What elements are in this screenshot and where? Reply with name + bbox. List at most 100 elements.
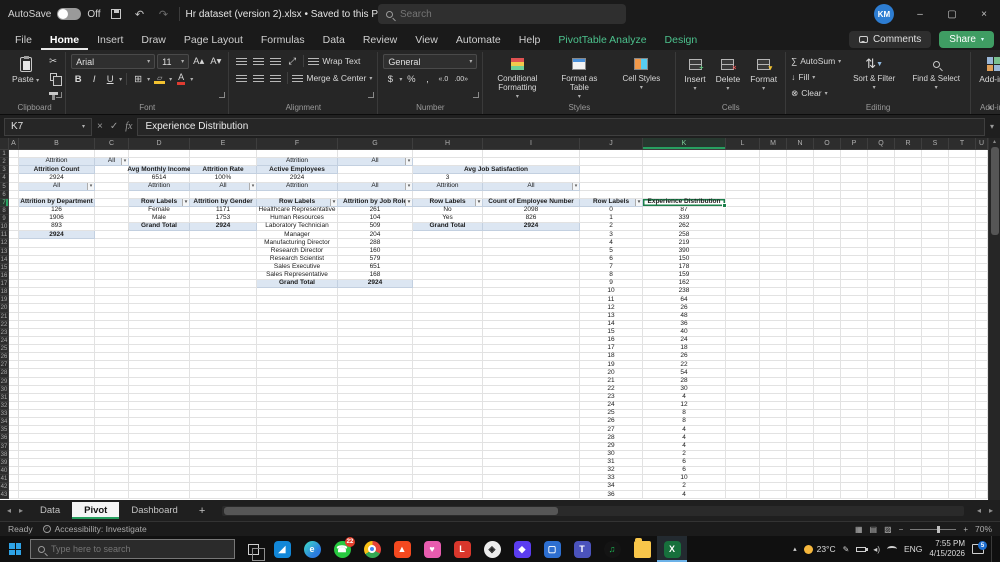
cell-A3[interactable] (9, 166, 19, 174)
cell-F5[interactable]: Attrition (257, 183, 338, 191)
cell-P13[interactable] (841, 248, 868, 256)
cell-Q3[interactable] (868, 166, 895, 174)
cell-R40[interactable] (895, 467, 922, 475)
cell-C9[interactable] (95, 215, 129, 223)
cell-E32[interactable] (190, 402, 257, 410)
cell-B2[interactable]: Attrition (19, 158, 95, 166)
cell-L35[interactable] (726, 426, 760, 434)
cell-T19[interactable] (949, 296, 976, 304)
cell-Q31[interactable] (868, 394, 895, 402)
cell-F16[interactable]: Sales Representative (257, 272, 338, 280)
cell-I35[interactable] (483, 426, 580, 434)
cell-D33[interactable] (129, 410, 190, 418)
cell-O35[interactable] (814, 426, 841, 434)
cell-C5[interactable] (95, 183, 129, 191)
cell-S28[interactable] (922, 369, 949, 377)
column-header-A[interactable]: A (9, 138, 19, 150)
cell-L19[interactable] (726, 296, 760, 304)
cell-B7[interactable]: Attrition by Department (19, 199, 95, 207)
cell-K31[interactable]: 4 (643, 394, 726, 402)
cell-U9[interactable] (976, 215, 988, 223)
cell-A8[interactable] (9, 207, 19, 215)
cut-button[interactable]: ✂ (46, 54, 60, 68)
cell-U25[interactable] (976, 345, 988, 353)
addins-button[interactable]: Add-ins (976, 54, 1000, 85)
cell-E38[interactable] (190, 451, 257, 459)
cell-S39[interactable] (922, 459, 949, 467)
cell-F39[interactable] (257, 459, 338, 467)
cell-A17[interactable] (9, 280, 19, 288)
cell-M27[interactable] (760, 361, 787, 369)
cell-F36[interactable] (257, 434, 338, 442)
cell-G28[interactable] (338, 369, 413, 377)
cell-Q20[interactable] (868, 304, 895, 312)
cell-B29[interactable] (19, 378, 95, 386)
cell-O5[interactable] (814, 183, 841, 191)
cell-I7[interactable]: Count of Employee Number (483, 199, 580, 207)
cell-A19[interactable] (9, 296, 19, 304)
cell-H22[interactable] (413, 321, 483, 329)
cell-T30[interactable] (949, 386, 976, 394)
cell-F12[interactable]: Manufacturing Director (257, 239, 338, 247)
cell-P40[interactable] (841, 467, 868, 475)
cell-C17[interactable] (95, 280, 129, 288)
cell-A20[interactable] (9, 304, 19, 312)
cell-M21[interactable] (760, 313, 787, 321)
cell-E33[interactable] (190, 410, 257, 418)
cell-E6[interactable] (190, 191, 257, 199)
cell-C25[interactable] (95, 345, 129, 353)
cell-K39[interactable]: 6 (643, 459, 726, 467)
cell-P20[interactable] (841, 304, 868, 312)
cell-T25[interactable] (949, 345, 976, 353)
cell-I29[interactable] (483, 378, 580, 386)
cell-S37[interactable] (922, 443, 949, 451)
row-header-4[interactable]: 4 (0, 174, 9, 182)
cell-G38[interactable] (338, 451, 413, 459)
cell-J18[interactable]: 10 (580, 288, 643, 296)
row-header-24[interactable]: 24 (0, 337, 9, 345)
cell-F26[interactable] (257, 353, 338, 361)
cell-H2[interactable] (413, 158, 483, 166)
cell-K11[interactable]: 258 (643, 231, 726, 239)
cell-L22[interactable] (726, 321, 760, 329)
cell-N7[interactable] (787, 199, 814, 207)
row-header-26[interactable]: 26 (0, 353, 9, 361)
cell-B16[interactable] (19, 272, 95, 280)
cell-T43[interactable] (949, 491, 976, 499)
cell-A32[interactable] (9, 402, 19, 410)
cell-Q36[interactable] (868, 434, 895, 442)
format-cells-button[interactable]: ▾ Format▾ (747, 54, 780, 93)
row-header-13[interactable]: 13 (0, 248, 9, 256)
cell-B38[interactable] (19, 451, 95, 459)
cell-D5[interactable]: Attrition (129, 183, 190, 191)
cell-J21[interactable]: 13 (580, 313, 643, 321)
row-header-23[interactable]: 23 (0, 329, 9, 337)
row-header-8[interactable]: 8 (0, 207, 9, 215)
cell-J20[interactable]: 12 (580, 304, 643, 312)
cell-D12[interactable] (129, 239, 190, 247)
cell-U39[interactable] (976, 459, 988, 467)
cell-U32[interactable] (976, 402, 988, 410)
cell-L14[interactable] (726, 256, 760, 264)
cell-K21[interactable]: 48 (643, 313, 726, 321)
cell-I31[interactable] (483, 394, 580, 402)
cell-O40[interactable] (814, 467, 841, 475)
cell-E16[interactable] (190, 272, 257, 280)
cell-U28[interactable] (976, 369, 988, 377)
cell-F3[interactable]: Active Employees (257, 166, 338, 174)
cell-J42[interactable]: 34 (580, 483, 643, 491)
cell-O10[interactable] (814, 223, 841, 231)
filter-dropdown-D7[interactable]: ▾ (182, 199, 189, 206)
cell-A41[interactable] (9, 475, 19, 483)
cell-D15[interactable] (129, 264, 190, 272)
taskbar-app-brave[interactable]: ▲ (387, 536, 417, 562)
cell-E42[interactable] (190, 483, 257, 491)
cell-A30[interactable] (9, 386, 19, 394)
cell-C23[interactable] (95, 329, 129, 337)
row-header-25[interactable]: 25 (0, 345, 9, 353)
cell-I19[interactable] (483, 296, 580, 304)
cell-N13[interactable] (787, 248, 814, 256)
cell-M34[interactable] (760, 418, 787, 426)
column-header-S[interactable]: S (922, 138, 949, 150)
cell-F8[interactable]: Healthcare Representative (257, 207, 338, 215)
